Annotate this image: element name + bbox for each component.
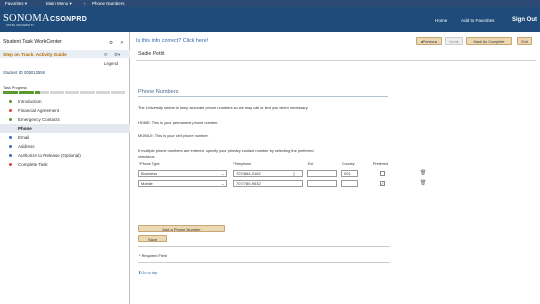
step-item[interactable]: Complete Task <box>0 160 130 169</box>
progress-segment-divider <box>18 91 19 94</box>
instruction-mobile: MOBILE: This is your cell phone number. <box>138 133 209 138</box>
next-button[interactable]: Next▸ <box>445 37 463 45</box>
step-item[interactable]: Email <box>0 133 130 142</box>
col-phone-type: *Phone Type <box>139 162 160 166</box>
settings-gear-icon[interactable]: ⚙ <box>109 40 113 46</box>
phone-type-select[interactable]: Business ⌄ <box>138 170 227 177</box>
step-status-icon <box>9 118 12 121</box>
breadcrumb-separator: › <box>84 1 86 6</box>
student-id: Student ID 005013556 <box>3 70 45 75</box>
previous-button[interactable]: ◂Previous <box>416 37 442 45</box>
activity-guide-title: Step on Track: Activity Guide <box>3 51 67 57</box>
col-telephone: *Telephone <box>233 162 251 166</box>
step-item[interactable]: Financial Agreement <box>0 106 130 115</box>
task-progress-bar <box>3 91 125 94</box>
step-item[interactable]: Introduction <box>0 97 130 106</box>
legend-link[interactable]: Legend <box>104 61 118 66</box>
go-to-top-label: Go to top <box>141 270 158 275</box>
step-item[interactable]: Address <box>0 142 130 151</box>
step-item[interactable]: Phone <box>0 124 130 133</box>
refresh-icon[interactable]: ⟳ <box>104 52 108 58</box>
step-label: Complete Task <box>18 162 48 167</box>
student-name: Sadie Pettit <box>138 51 165 57</box>
phone-type-value: Mobile <box>141 181 153 186</box>
phone-type-value: Business <box>141 171 158 176</box>
section-title: Phone Numbers <box>138 89 179 95</box>
col-country: Country <box>342 162 355 166</box>
required-field-note: * Required Field <box>139 253 167 258</box>
step-status-icon <box>9 136 12 139</box>
progress-segment-divider <box>94 91 96 94</box>
instruction-text: The University needs to keep accurate ph… <box>138 105 309 110</box>
settings-menu-icon[interactable]: ⚙▾ <box>114 52 120 58</box>
step-status-icon <box>9 163 12 166</box>
step-status-icon <box>9 145 12 148</box>
step-item[interactable]: Emergency Contacts <box>0 115 130 124</box>
col-ext: Ext <box>308 162 314 166</box>
preferred-checkbox[interactable]: ✓ <box>380 181 385 186</box>
instruction-multiple: If multiple phone numbers are entered, s… <box>138 148 314 153</box>
app-title: CSONPRD <box>50 16 88 23</box>
add-phone-number-button[interactable]: Add a Phone Number <box>138 225 225 232</box>
step-status-icon <box>9 154 12 157</box>
top-menu-bar: Favorites ▾ Main Menu ▾ › Phone Numbers <box>0 0 540 7</box>
chevron-down-icon: ⌄ <box>221 171 225 176</box>
progress-segment-divider <box>109 91 111 94</box>
step-label: Introduction <box>18 99 42 104</box>
preferred-checkbox[interactable] <box>380 171 385 176</box>
progress-segment-divider <box>79 91 80 94</box>
telephone-input[interactable]: 707/780-9532 <box>233 180 303 187</box>
logo-wordmark: SONOMA <box>3 13 50 24</box>
instruction-home: HOME: This is your permanent phone numbe… <box>138 120 219 125</box>
chevron-down-icon: ⌄ <box>221 181 225 186</box>
activity-guide-bar: Step on Track: Activity Guide ⟳ ⚙▾ <box>0 50 130 58</box>
step-status-icon <box>9 109 12 112</box>
progress-segment-divider <box>48 91 50 94</box>
breadcrumb-phone-numbers[interactable]: Phone Numbers <box>92 1 125 6</box>
step-label: Authorize to Release (Optional) <box>18 153 81 158</box>
step-item[interactable]: Authorize to Release (Optional) <box>0 151 130 160</box>
col-preferred: Preferred <box>373 162 388 166</box>
step-label: Address <box>18 144 35 149</box>
logo-subtitle: STATE UNIVERSITY <box>6 24 35 27</box>
country-input[interactable] <box>341 180 358 187</box>
add-to-favorites-link[interactable]: Add to Favorites <box>461 18 494 23</box>
university-logo: SONOMA STATE UNIVERSITY <box>3 10 50 30</box>
close-icon[interactable]: ✕ <box>120 40 124 46</box>
page-header: SONOMA STATE UNIVERSITY CSONPRD Home Add… <box>0 7 540 32</box>
section-divider <box>138 96 388 97</box>
exit-button[interactable]: Exit <box>517 37 532 45</box>
delete-row-icon[interactable]: 🗑 <box>420 180 426 186</box>
main-content: Is this info correct? Click here! ◂Previ… <box>131 32 540 304</box>
workcenter-title: Student Task WorkCenter <box>3 39 62 45</box>
sign-out-link[interactable]: Sign Out <box>512 17 537 23</box>
progress-segment-divider <box>33 91 35 94</box>
save-button[interactable]: Save <box>138 235 167 242</box>
info-correct-link[interactable]: Is this info correct? Click here! <box>136 38 208 44</box>
country-input[interactable]: 001 <box>341 170 358 177</box>
delete-row-icon[interactable]: 🗑 <box>420 170 426 176</box>
instruction-checkbox: checkbox. <box>138 154 156 159</box>
step-status-icon <box>9 100 12 103</box>
phone-type-select[interactable]: Mobile ⌄ <box>138 180 227 187</box>
go-to-top-link[interactable]: ⬆Go to top <box>138 270 157 275</box>
mark-as-complete-button[interactable]: Mark As Complete <box>466 37 512 45</box>
home-link[interactable]: Home <box>435 18 447 23</box>
task-progress-fill <box>3 91 40 94</box>
left-panel: Student Task WorkCenter ⚙ ✕ Step on Trac… <box>0 32 130 304</box>
divider <box>138 246 390 247</box>
divider <box>136 60 536 61</box>
task-progress-label: Task Progress <box>3 86 28 90</box>
divider <box>138 262 390 263</box>
ext-input[interactable] <box>307 180 337 187</box>
progress-segment-divider <box>64 91 65 94</box>
ext-input[interactable] <box>307 170 337 177</box>
step-label: Financial Agreement <box>18 108 60 113</box>
step-label: Emergency Contacts <box>18 117 60 122</box>
phone-icon: ▯ <box>293 170 296 176</box>
step-label: Phone <box>18 126 32 131</box>
step-label: Email <box>18 135 30 140</box>
